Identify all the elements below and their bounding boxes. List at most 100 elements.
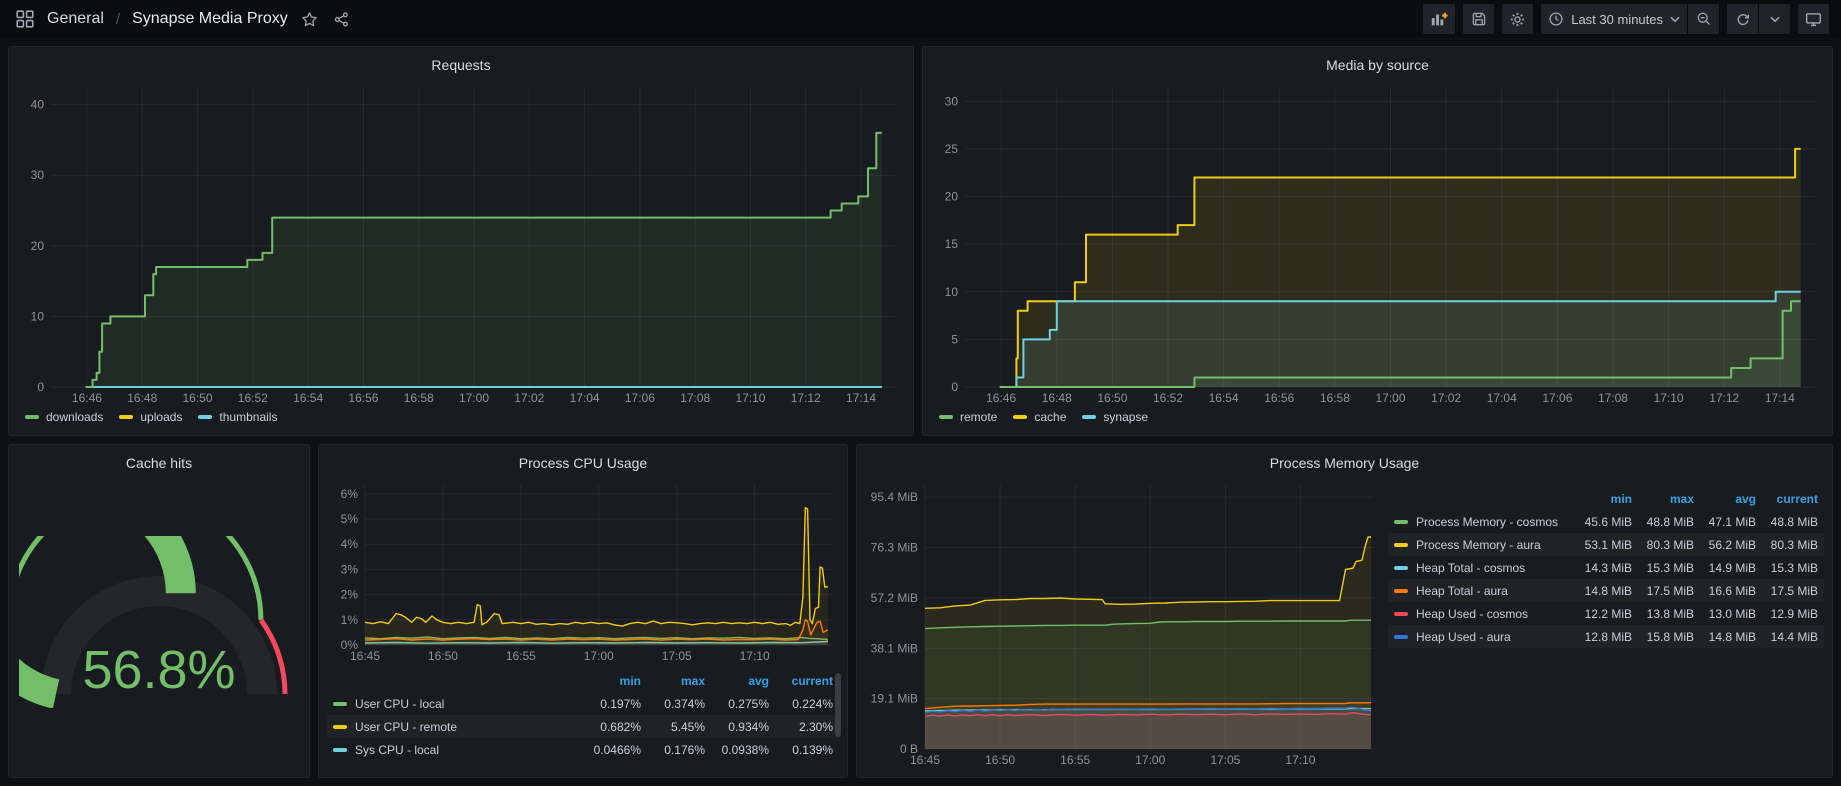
chevron-down-icon xyxy=(1670,16,1680,23)
svg-text:76.3 MiB: 76.3 MiB xyxy=(871,541,918,555)
add-panel-button[interactable] xyxy=(1423,4,1455,34)
legend-table-row[interactable]: User CPU - remote0.682%5.45%0.934%2.30% xyxy=(327,715,839,738)
zoom-out-time-button[interactable] xyxy=(1688,4,1719,34)
cache-hits-gauge: 56.8% xyxy=(17,475,301,769)
stat-value: 2.30% xyxy=(769,720,833,734)
svg-text:16:50: 16:50 xyxy=(1097,391,1127,405)
refresh-button[interactable] xyxy=(1727,4,1758,34)
media-chart[interactable]: 16:4616:4816:5016:5216:5416:5616:5817:00… xyxy=(931,77,1824,407)
memory-chart[interactable]: 16:4516:5016:5517:0017:0517:100 B19.1 Mi… xyxy=(865,475,1382,769)
svg-text:16:54: 16:54 xyxy=(1209,391,1239,405)
legend-item[interactable]: remote xyxy=(939,410,997,424)
refresh-group xyxy=(1727,4,1790,34)
legend-table-row[interactable]: User CPU - local0.197%0.374%0.275%0.224% xyxy=(327,692,839,715)
svg-text:17:00: 17:00 xyxy=(459,391,489,405)
apps-grid-icon[interactable] xyxy=(14,8,36,30)
legend-item[interactable]: cache xyxy=(1013,410,1066,424)
svg-text:17:05: 17:05 xyxy=(1210,753,1240,767)
cpu-chart[interactable]: 16:4516:5016:5517:0017:0517:100%1%2%3%4%… xyxy=(327,475,839,665)
legend-col-header[interactable]: min xyxy=(1570,492,1632,506)
stat-value: 15.3 MiB xyxy=(1632,561,1694,575)
series-label: Heap Used - cosmos xyxy=(1416,607,1528,621)
legend-table-row[interactable]: Sys CPU - local0.0466%0.176%0.0938%0.139… xyxy=(327,738,839,761)
legend-swatch xyxy=(1394,612,1408,616)
legend-table-row[interactable]: Heap Used - aura12.8 MiB15.8 MiB14.8 MiB… xyxy=(1388,625,1824,648)
legend-col-header[interactable]: max xyxy=(1632,492,1694,506)
legend-col-header[interactable]: min xyxy=(577,674,641,688)
svg-text:17:02: 17:02 xyxy=(1431,391,1461,405)
dashboard-settings-button[interactable] xyxy=(1502,4,1533,34)
legend-table-row[interactable]: Process Memory - aura53.1 MiB80.3 MiB56.… xyxy=(1388,533,1824,556)
stat-value: 45.6 MiB xyxy=(1570,515,1632,529)
legend-item[interactable]: synapse xyxy=(1082,410,1148,424)
svg-text:38.1 MiB: 38.1 MiB xyxy=(871,641,918,655)
breadcrumb-folder[interactable]: General xyxy=(47,10,104,28)
panel-title[interactable]: Process Memory Usage xyxy=(865,453,1824,473)
svg-text:10: 10 xyxy=(945,285,959,299)
legend-table-row[interactable]: Heap Total - aura14.8 MiB17.5 MiB16.6 Mi… xyxy=(1388,579,1824,602)
legend-swatch xyxy=(1394,520,1408,524)
stat-value: 0.176% xyxy=(641,743,705,757)
legend-swatch xyxy=(333,725,347,729)
dashboard-title[interactable]: Synapse Media Proxy xyxy=(132,10,288,28)
requests-chart[interactable]: 16:4616:4816:5016:5216:5416:5616:5817:00… xyxy=(17,77,905,407)
svg-text:4%: 4% xyxy=(341,537,359,551)
svg-text:16:55: 16:55 xyxy=(506,649,536,663)
panel-title[interactable]: Media by source xyxy=(931,55,1824,75)
gauge-value: 56.8% xyxy=(82,640,235,700)
legend-scrollbar[interactable] xyxy=(835,673,841,737)
svg-text:25: 25 xyxy=(945,142,959,156)
stat-value: 48.8 MiB xyxy=(1756,515,1818,529)
legend-item[interactable]: uploads xyxy=(119,410,182,424)
stat-value: 0.275% xyxy=(705,697,769,711)
legend-table-row[interactable]: Process Memory - cosmos45.6 MiB48.8 MiB4… xyxy=(1388,510,1824,533)
legend-swatch xyxy=(1013,415,1027,419)
stat-value: 13.0 MiB xyxy=(1694,607,1756,621)
cycle-view-mode-button[interactable] xyxy=(1798,4,1829,34)
legend-col-header[interactable]: max xyxy=(641,674,705,688)
svg-text:16:46: 16:46 xyxy=(72,391,102,405)
svg-text:17:06: 17:06 xyxy=(1542,391,1572,405)
legend-item[interactable]: downloads xyxy=(25,410,103,424)
stat-value: 0.0466% xyxy=(577,743,641,757)
share-icon[interactable] xyxy=(331,9,352,30)
series-label: Heap Total - cosmos xyxy=(1416,561,1525,575)
svg-text:5%: 5% xyxy=(341,512,359,526)
series-label: Process Memory - aura xyxy=(1416,538,1541,552)
legend-label: cache xyxy=(1034,410,1066,424)
panel-title[interactable]: Requests xyxy=(17,55,905,75)
stat-value: 15.3 MiB xyxy=(1756,561,1818,575)
legend-col-header[interactable]: avg xyxy=(1694,492,1756,506)
save-dashboard-button[interactable] xyxy=(1463,4,1494,34)
stat-value: 14.4 MiB xyxy=(1756,630,1818,644)
series-label: User CPU - remote xyxy=(355,720,457,734)
legend-table-row[interactable]: Heap Total - cosmos14.3 MiB15.3 MiB14.9 … xyxy=(1388,556,1824,579)
svg-text:17:00: 17:00 xyxy=(584,649,614,663)
stat-value: 14.9 MiB xyxy=(1694,561,1756,575)
panel-media-by-source: Media by source 16:4616:4816:5016:5216:5… xyxy=(922,46,1833,436)
panel-process-memory-usage: Process Memory Usage 16:4516:5016:5517:0… xyxy=(856,444,1833,778)
legend-item[interactable]: thumbnails xyxy=(198,410,277,424)
svg-text:16:54: 16:54 xyxy=(293,391,323,405)
stat-value: 15.8 MiB xyxy=(1632,630,1694,644)
panel-title[interactable]: Process CPU Usage xyxy=(327,453,839,473)
star-icon[interactable] xyxy=(299,9,320,30)
svg-text:16:58: 16:58 xyxy=(404,391,434,405)
svg-text:17:00: 17:00 xyxy=(1135,753,1165,767)
legend-table-row[interactable]: Heap Used - cosmos12.2 MiB13.8 MiB13.0 M… xyxy=(1388,602,1824,625)
svg-text:17:12: 17:12 xyxy=(791,391,821,405)
svg-text:5: 5 xyxy=(951,332,958,346)
refresh-interval-dropdown[interactable] xyxy=(1759,4,1790,34)
series-label: User CPU - local xyxy=(355,697,444,711)
time-range-picker[interactable]: Last 30 minutes xyxy=(1541,4,1687,34)
panel-cache-hits: Cache hits 56.8% xyxy=(8,444,310,778)
svg-text:0: 0 xyxy=(951,380,958,394)
legend-col-header[interactable]: current xyxy=(1756,492,1818,506)
svg-text:30: 30 xyxy=(945,94,959,108)
svg-text:6%: 6% xyxy=(341,487,359,501)
legend-col-header[interactable]: current xyxy=(769,674,833,688)
stat-value: 12.9 MiB xyxy=(1756,607,1818,621)
panel-title[interactable]: Cache hits xyxy=(17,453,301,473)
stat-value: 13.8 MiB xyxy=(1632,607,1694,621)
legend-col-header[interactable]: avg xyxy=(705,674,769,688)
